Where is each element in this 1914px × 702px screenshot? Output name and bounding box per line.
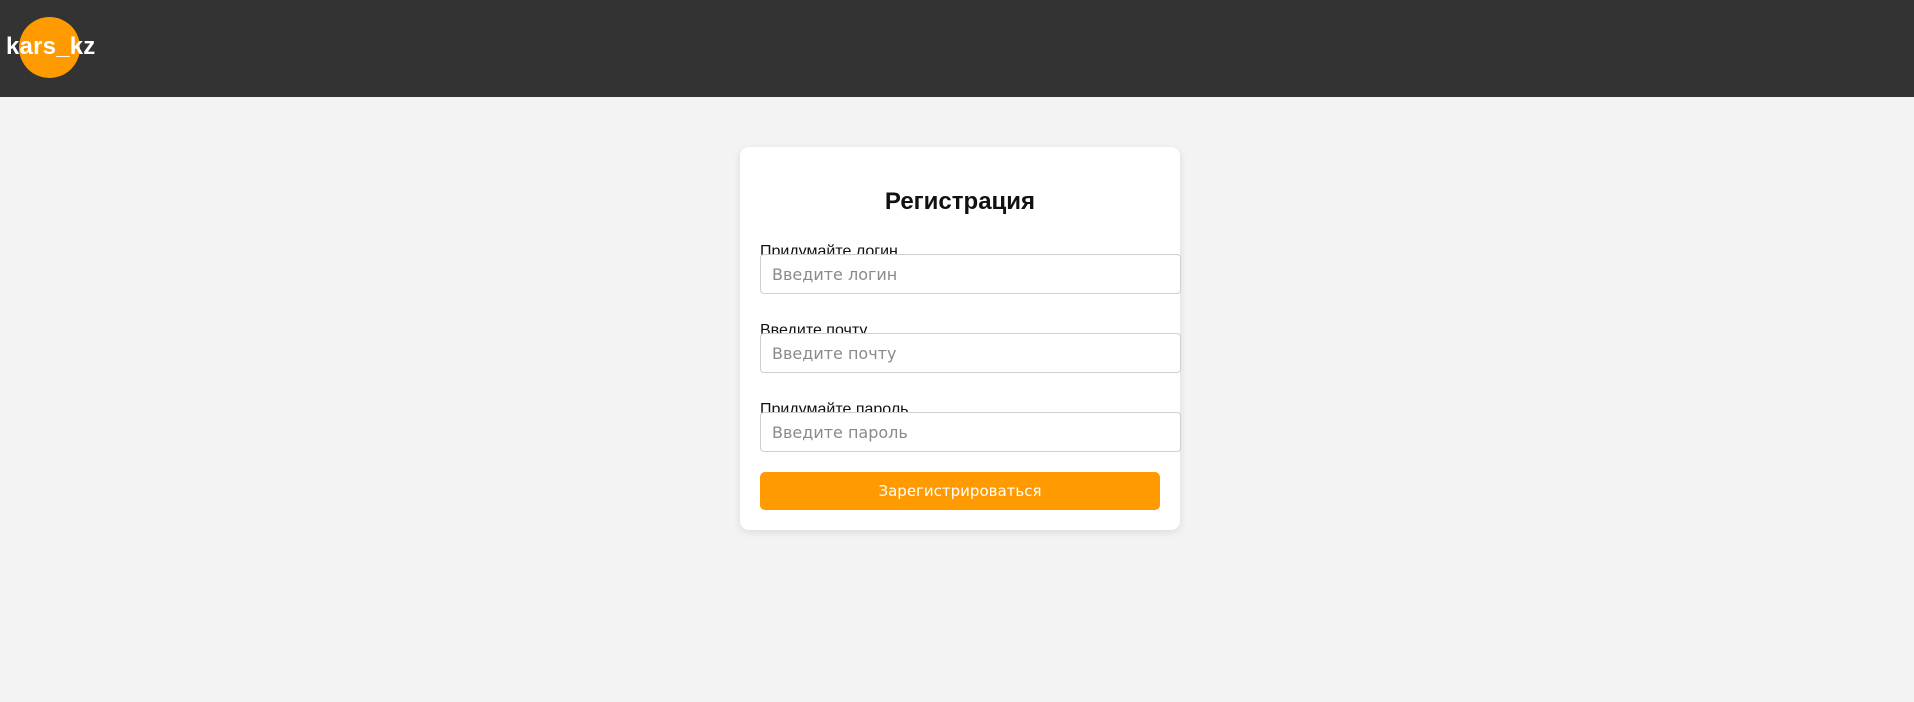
register-button[interactable]: Зарегистрироваться <box>760 472 1160 510</box>
login-input[interactable] <box>760 254 1181 294</box>
registration-card: Регистрация Придумайте логин Введите поч… <box>740 147 1181 530</box>
email-input[interactable] <box>760 333 1181 373</box>
password-input[interactable] <box>760 412 1181 452</box>
top-header: kars_kz <box>0 0 1914 97</box>
page-title: Регистрация <box>884 188 1036 215</box>
site-logo-text[interactable]: kars_kz <box>6 33 95 61</box>
